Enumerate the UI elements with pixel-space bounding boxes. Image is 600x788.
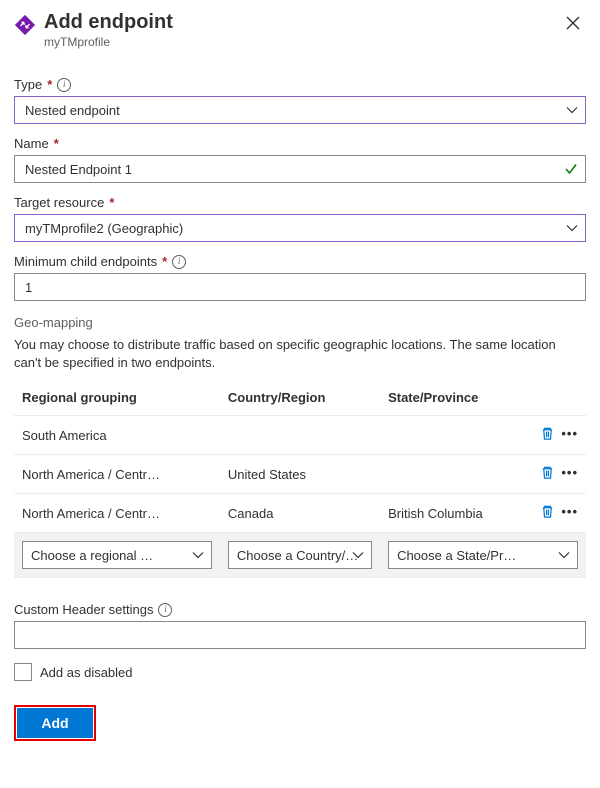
type-select[interactable]: Nested endpoint — [14, 96, 586, 124]
valid-check-icon — [564, 162, 578, 176]
geo-section-help: You may choose to distribute traffic bas… — [14, 336, 586, 372]
minchild-label: Minimum child endpoints — [14, 254, 157, 269]
cell-country: United States — [220, 455, 380, 494]
name-label: Name — [14, 136, 49, 151]
customheader-input[interactable] — [14, 621, 586, 649]
cell-region: South America — [14, 416, 220, 455]
delete-icon[interactable] — [540, 426, 555, 441]
country-select[interactable]: Choose a Country/… — [228, 541, 372, 569]
add-as-disabled-label: Add as disabled — [40, 665, 133, 680]
target-label: Target resource — [14, 195, 104, 210]
name-input[interactable] — [14, 155, 586, 183]
add-as-disabled-checkbox[interactable] — [14, 663, 32, 681]
cell-state — [380, 416, 529, 455]
state-select[interactable]: Choose a State/Pr… — [388, 541, 578, 569]
panel-title: Add endpoint — [44, 10, 560, 34]
info-icon[interactable]: i — [172, 255, 186, 269]
more-icon[interactable]: ••• — [561, 504, 578, 519]
add-button-highlight: Add — [14, 705, 96, 741]
info-icon[interactable]: i — [158, 603, 172, 617]
minchild-input[interactable] — [14, 273, 586, 301]
info-icon[interactable]: i — [57, 78, 71, 92]
cell-state: British Columbia — [380, 494, 529, 533]
target-select[interactable]: myTMprofile2 (Geographic) — [14, 214, 586, 242]
region-select[interactable]: Choose a regional … — [22, 541, 212, 569]
cell-region: North America / Centr… — [14, 455, 220, 494]
type-label: Type — [14, 77, 42, 92]
col-state: State/Province — [380, 382, 529, 416]
more-icon[interactable]: ••• — [561, 465, 578, 480]
delete-icon[interactable] — [540, 465, 555, 480]
table-row: North America / Centr… United States ••• — [14, 455, 586, 494]
cell-country — [220, 416, 380, 455]
type-select-value: Nested endpoint — [25, 103, 120, 118]
cell-region: North America / Centr… — [14, 494, 220, 533]
geo-section-title: Geo-mapping — [14, 315, 586, 330]
more-icon[interactable]: ••• — [561, 426, 578, 441]
table-row: South America ••• — [14, 416, 586, 455]
cell-country: Canada — [220, 494, 380, 533]
geo-add-row: Choose a regional … Choose a Country/… — [14, 533, 586, 578]
table-row: North America / Centr… Canada British Co… — [14, 494, 586, 533]
close-icon[interactable] — [560, 10, 586, 36]
traffic-manager-icon — [14, 14, 36, 36]
delete-icon[interactable] — [540, 504, 555, 519]
cell-state — [380, 455, 529, 494]
required-marker: * — [47, 77, 52, 92]
target-select-value: myTMprofile2 (Geographic) — [25, 221, 183, 236]
panel-subtitle: myTMprofile — [44, 35, 560, 49]
required-marker: * — [109, 195, 114, 210]
required-marker: * — [54, 136, 59, 151]
required-marker: * — [162, 254, 167, 269]
add-button[interactable]: Add — [17, 708, 93, 738]
geo-table: Regional grouping Country/Region State/P… — [14, 382, 586, 578]
customheader-label: Custom Header settings — [14, 602, 153, 617]
col-region: Regional grouping — [14, 382, 220, 416]
col-country: Country/Region — [220, 382, 380, 416]
